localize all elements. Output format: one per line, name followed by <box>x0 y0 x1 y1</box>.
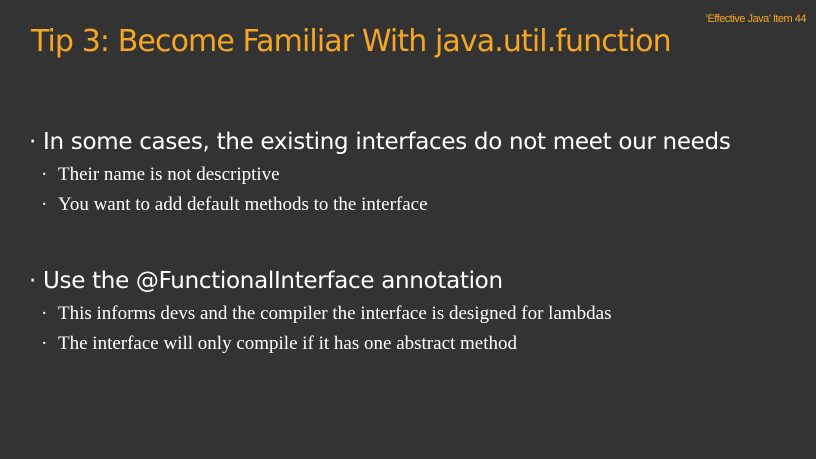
sub-bullet-text: You want to add default methods to the i… <box>58 194 428 215</box>
bullet-dot-icon: · <box>41 333 48 354</box>
sub-bullet-item: · The interface will only compile if it h… <box>41 329 809 359</box>
sub-bullet-text: This informs devs and the compiler the i… <box>58 303 612 324</box>
bullet-item: · In some cases, the existing interfaces … <box>29 124 809 160</box>
bullet-dot-icon: · <box>41 194 48 215</box>
slide-title: Tip 3: Become Familiar With java.util.fu… <box>31 24 672 59</box>
reference-label: ‘Effective Java’ Item 44 <box>705 13 807 25</box>
sub-bullet-item: · Their name is not descriptive <box>41 160 809 190</box>
bullet-dot-icon: · <box>41 303 48 324</box>
sub-bullet-item: · This informs devs and the compiler the … <box>41 299 809 329</box>
bullet-list: · In some cases, the existing interfaces … <box>29 124 809 359</box>
sub-bullet-text: The interface will only compile if it ha… <box>58 333 518 354</box>
bullet-dot-icon: · <box>29 129 37 155</box>
sub-bullet-text: Their name is not descriptive <box>58 164 280 185</box>
bullet-dot-icon: · <box>41 164 48 185</box>
bullet-text: In some cases, the existing interfaces d… <box>43 129 731 155</box>
bullet-dot-icon: · <box>29 268 37 294</box>
bullet-item: · Use the @FunctionalInterface annotation <box>29 263 809 299</box>
sub-bullet-item: · You want to add default methods to the … <box>41 190 809 220</box>
bullet-text: Use the @FunctionalInterface annotation <box>43 268 503 294</box>
slide: ‘Effective Java’ Item 44 Tip 3: Become F… <box>0 0 816 459</box>
